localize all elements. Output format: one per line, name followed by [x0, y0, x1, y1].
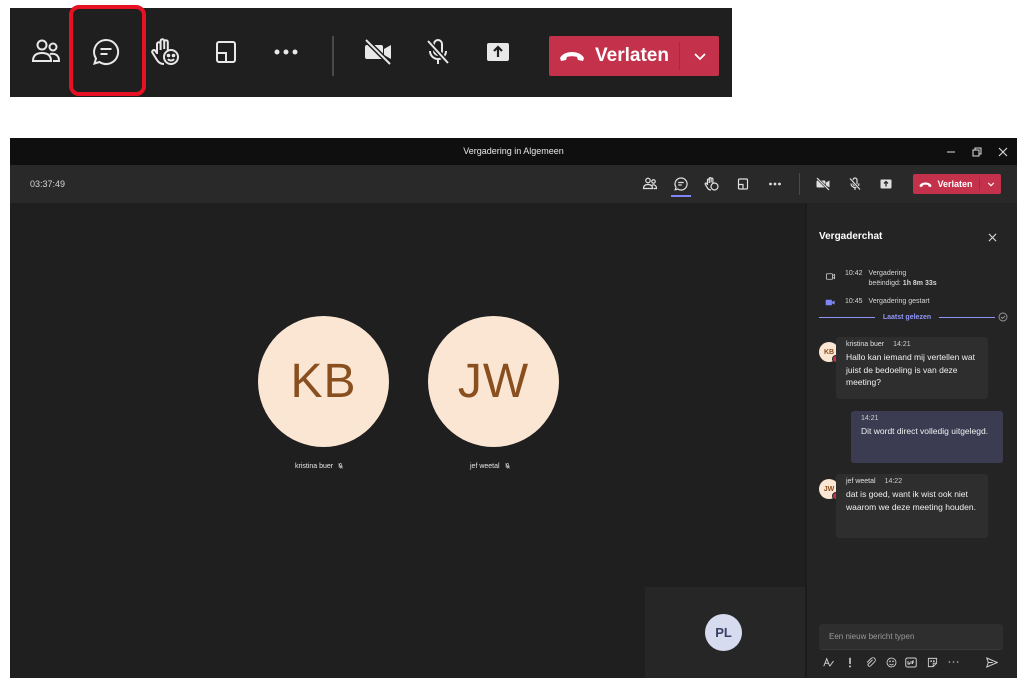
leave-options-chevron-icon[interactable] [980, 174, 1001, 194]
leave-options-chevron-icon[interactable] [680, 36, 719, 76]
leave-label: Verlaten [937, 179, 973, 189]
chat-message-own[interactable]: 14:21 Dit wordt direct volledig uitgeleg… [851, 411, 1003, 463]
format-icon[interactable] [821, 655, 837, 669]
minimize-icon[interactable] [938, 138, 964, 165]
phone-hangup-icon [560, 52, 585, 61]
chat-button-highlight [69, 5, 146, 96]
send-icon[interactable] [984, 655, 1000, 669]
camera-off-icon[interactable] [812, 173, 834, 195]
emoji-icon[interactable] [883, 655, 899, 669]
gif-icon[interactable] [903, 655, 919, 669]
microphone-off-icon[interactable] [844, 173, 866, 195]
share-tray-icon[interactable] [206, 32, 246, 72]
important-icon[interactable] [842, 655, 858, 669]
meeting-started-icon [825, 299, 835, 306]
raise-hand-reactions-icon[interactable] [146, 32, 186, 72]
attach-icon[interactable] [862, 655, 878, 669]
last-read-divider: Laatst gelezen [819, 314, 995, 321]
muted-microphone-icon [504, 463, 510, 469]
leave-button[interactable]: Verlaten [913, 174, 1001, 194]
restore-icon[interactable] [964, 138, 990, 165]
participants-icon[interactable] [639, 173, 661, 195]
leave-label: Verlaten [595, 45, 669, 66]
seen-check-icon [998, 312, 1008, 322]
more-options-icon[interactable] [945, 655, 961, 669]
system-event: 10:42 Vergadering beëindigd: 1h 8m 33s [825, 269, 937, 289]
share-screen-icon[interactable] [478, 32, 518, 72]
system-event: 10:45 Vergadering gestart [825, 297, 930, 308]
phone-hangup-icon [919, 182, 932, 187]
meeting-ended-icon [825, 273, 836, 280]
meeting-toolbar: 03:37:49 Verlaten [10, 165, 1017, 203]
camera-off-icon[interactable] [358, 32, 398, 72]
chat-message[interactable]: kristina buer 14:21 Hallo kan iemand mij … [836, 337, 988, 399]
participant-name: kristina buer [295, 462, 344, 470]
leave-button[interactable]: Verlaten [549, 36, 719, 76]
message-compose-input[interactable]: Een nieuw bericht typen [819, 624, 1003, 650]
meeting-stage: KB kristina buer JW jef weetal PL [10, 203, 805, 678]
teams-meeting-window: Vergadering in Algemeen 03:37:49 Verlate… [10, 138, 1017, 678]
participants-icon[interactable] [26, 32, 66, 72]
participant-avatar: JW [428, 316, 559, 447]
title-bar: Vergadering in Algemeen [10, 138, 1017, 165]
chat-title: Vergaderchat [819, 231, 883, 242]
raise-hand-reactions-icon[interactable] [701, 173, 723, 195]
participant-name: jef weetal [470, 462, 511, 470]
close-chat-icon[interactable] [985, 230, 999, 244]
meeting-chat-panel: Vergaderchat 10:42 Vergadering beëindigd:… [807, 203, 1017, 678]
meeting-timer: 03:37:49 [30, 179, 66, 189]
participant-avatar: KB [258, 316, 389, 447]
share-screen-icon[interactable] [875, 173, 897, 195]
muted-microphone-icon [338, 463, 344, 469]
self-view-tile[interactable]: PL [645, 587, 805, 678]
close-window-icon[interactable] [990, 138, 1016, 165]
share-tray-icon[interactable] [732, 173, 754, 195]
toolbar-divider [799, 173, 800, 195]
microphone-off-icon[interactable] [418, 32, 458, 72]
chat-message[interactable]: jef weetal 14:22 dat is goed, want ik wis… [836, 474, 988, 538]
chat-icon[interactable] [670, 173, 692, 195]
toolbar-divider [332, 36, 334, 76]
window-title: Vergadering in Algemeen [463, 146, 564, 156]
active-tab-indicator [671, 195, 691, 197]
self-avatar: PL [705, 614, 742, 651]
sticker-icon[interactable] [924, 655, 940, 669]
more-options-icon[interactable] [266, 32, 306, 72]
more-options-icon[interactable] [764, 173, 786, 195]
